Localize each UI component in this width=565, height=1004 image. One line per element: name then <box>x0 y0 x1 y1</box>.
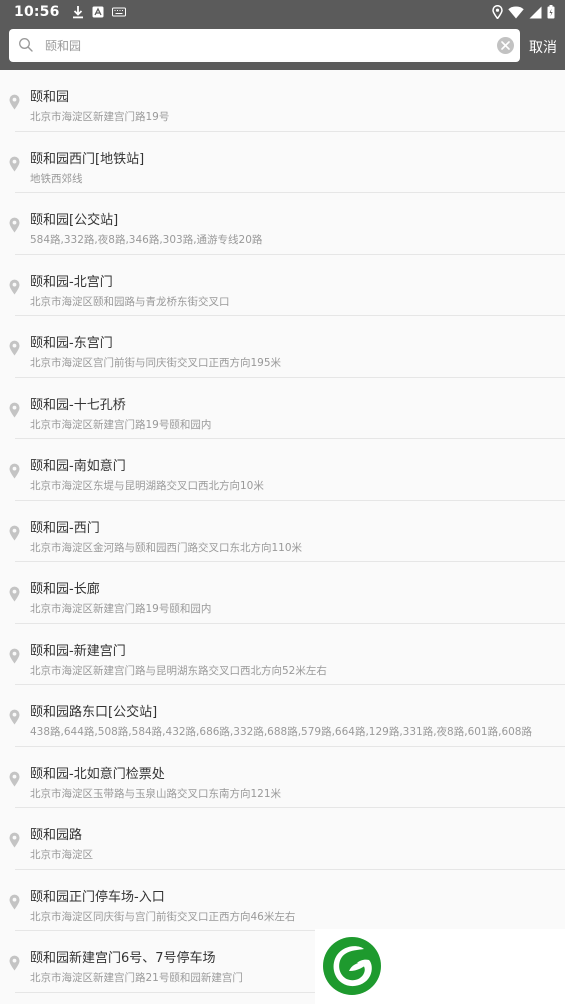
location-pin-icon <box>9 894 20 909</box>
result-subtitle: 北京市海淀区 <box>30 849 93 861</box>
result-subtitle: 北京市海淀区新建宫门路21号颐和园新建宫门 <box>30 972 243 984</box>
search-box[interactable] <box>9 29 520 62</box>
result-title: 颐和园-南如意门 <box>30 459 126 474</box>
result-item[interactable]: 颐和园-西门北京市海淀区金河路与颐和园西门路交叉口东北方向110米 <box>9 501 565 562</box>
location-pin-icon <box>9 586 20 602</box>
location-pin-icon <box>9 463 20 479</box>
app-logo-icon <box>323 937 381 995</box>
location-pin-icon <box>9 525 20 540</box>
result-item[interactable]: 颐和园北京市海淀区新建宫门路19号 <box>9 70 565 132</box>
location-pin-icon <box>9 156 20 171</box>
result-subtitle: 北京市海淀区新建宫门路与昆明湖东路交叉口西北方向52米左右 <box>30 664 327 677</box>
result-item[interactable]: 颐和园-东宫门北京市海淀区宫门前街与同庆街交叉口正西方向195米 <box>9 316 565 378</box>
result-subtitle: 北京市海淀区新建宫门路19号颐和园内 <box>30 603 212 615</box>
keyboard-icon <box>111 7 126 17</box>
search-input[interactable] <box>45 29 485 62</box>
result-subtitle: 北京市海淀区新建宫门路19号颐和园内 <box>30 418 212 431</box>
result-title: 颐和园西门[地铁站] <box>30 151 145 167</box>
result-item[interactable]: 颐和园路北京市海淀区 <box>9 808 565 870</box>
status-bar: 10:56 <box>0 0 565 24</box>
clear-search-button[interactable] <box>497 37 514 54</box>
result-subtitle: 438路,644路,508路,584路,432路,686路,332路,688路,… <box>30 726 532 738</box>
search-results-list: 颐和园北京市海淀区新建宫门路19号颐和园西门[地铁站] 地铁西郊线颐和园[公交站]… <box>0 70 565 993</box>
location-pin-icon <box>9 648 20 663</box>
result-title: 颐和园-西门 <box>30 520 100 536</box>
location-pin-icon <box>9 955 20 971</box>
result-item[interactable]: 颐和园-南如意门北京市海淀区东堤与昆明湖路交叉口西北方向10米 <box>9 439 565 501</box>
status-right-icons <box>492 5 555 19</box>
result-title: 颐和园正门停车场-入口 <box>30 889 165 905</box>
result-title: 颐和园-北如意门检票处 <box>30 766 165 782</box>
result-title: 颐和园-东宫门 <box>30 336 113 351</box>
app-notification-icon <box>92 6 104 18</box>
download-icon <box>72 5 84 19</box>
result-subtitle: 北京市海淀区金河路与颐和园西门路交叉口东北方向110米 <box>30 541 303 554</box>
close-icon <box>501 41 510 50</box>
location-pin-icon <box>9 832 20 848</box>
location-pin-icon <box>9 709 20 725</box>
location-pin-icon <box>9 340 20 356</box>
status-time: 10:56 <box>14 4 60 20</box>
result-subtitle: 北京市海淀区宫门前街与同庆街交叉口正西方向195米 <box>30 357 282 369</box>
result-title: 颐和园-北宫门 <box>30 274 113 290</box>
location-pin-icon <box>9 94 20 110</box>
result-title: 颐和园路 <box>30 828 83 843</box>
result-item[interactable]: 颐和园路东口[公交站] 438路,644路,508路,584路,432路,686路… <box>9 685 565 747</box>
signal-icon <box>529 6 542 19</box>
result-subtitle: 地铁西郊线 <box>30 172 83 185</box>
result-item[interactable]: 颐和园-新建宫门北京市海淀区新建宫门路与昆明湖东路交叉口西北方向52米左右 <box>9 624 565 685</box>
battery-icon <box>547 5 555 19</box>
result-title: 颐和园[公交站] <box>30 213 119 228</box>
result-item[interactable]: 颐和园-十七孔桥北京市海淀区新建宫门路19号颐和园内 <box>9 378 565 439</box>
result-subtitle: 北京市海淀区颐和园路与青龙桥东街交叉口 <box>30 295 230 308</box>
location-pin-icon <box>9 402 20 417</box>
result-subtitle: 北京市海淀区玉带路与玉泉山路交叉口东南方向121米 <box>30 787 282 800</box>
cancel-button[interactable]: 取消 <box>529 37 557 57</box>
result-subtitle: 北京市海淀区东堤与昆明湖路交叉口西北方向10米 <box>30 480 264 492</box>
result-item[interactable]: 颐和园正门停车场-入口北京市海淀区同庆街与宫门前街交叉口正西方向46米左右 <box>9 870 565 931</box>
location-icon <box>492 5 503 19</box>
result-subtitle: 北京市海淀区新建宫门路19号 <box>30 111 170 123</box>
result-subtitle: 北京市海淀区同庆街与宫门前街交叉口正西方向46米左右 <box>30 910 296 923</box>
location-pin-icon <box>9 279 20 294</box>
result-item[interactable]: 颐和园-北如意门检票处北京市海淀区玉带路与玉泉山路交叉口东南方向121米 <box>9 747 565 808</box>
result-subtitle: 584路,332路,夜8路,346路,303路,通游专线20路 <box>30 234 263 246</box>
location-pin-icon <box>9 771 20 786</box>
result-title: 颐和园新建宫门6号、7号停车场 <box>30 951 216 966</box>
result-item[interactable]: 颐和园-北宫门北京市海淀区颐和园路与青龙桥东街交叉口 <box>9 255 565 316</box>
result-title: 颐和园-长廊 <box>30 582 100 597</box>
result-item[interactable]: 颐和园-长廊北京市海淀区新建宫门路19号颐和园内 <box>9 562 565 624</box>
location-pin-icon <box>9 217 20 233</box>
status-left-icons <box>72 5 126 19</box>
result-title: 颐和园-新建宫门 <box>30 643 126 659</box>
result-item[interactable]: 颐和园[公交站] 584路,332路,夜8路,346路,303路,通游专线20路 <box>9 193 565 255</box>
wifi-icon <box>508 6 524 19</box>
result-title: 颐和园路东口[公交站] <box>30 705 158 720</box>
result-title: 颐和园 <box>30 90 70 105</box>
search-icon <box>18 37 34 53</box>
result-title: 颐和园-十七孔桥 <box>30 397 126 413</box>
result-item[interactable]: 颐和园西门[地铁站] 地铁西郊线 <box>9 132 565 193</box>
search-header: 取消 <box>0 24 565 70</box>
logo-overlay <box>315 929 565 1004</box>
